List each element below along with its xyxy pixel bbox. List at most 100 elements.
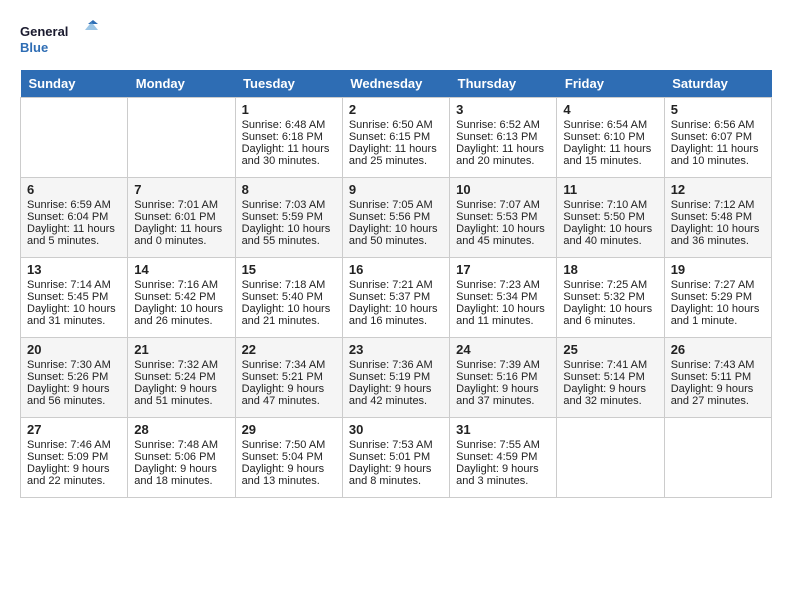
cell-info: Sunrise: 7:25 AMSunset: 5:32 PMDaylight:… [563,279,652,327]
calendar-cell: 12Sunrise: 7:12 AMSunset: 5:48 PMDayligh… [664,178,771,258]
page-header: General Blue [20,20,772,60]
calendar-cell: 13 Sunrise: 7:14 AMSunset: 5:45 PMDayligh… [21,258,128,338]
cell-info: Sunrise: 6:50 AMSunset: 6:15 PMDaylight:… [349,119,437,167]
calendar-cell: 27Sunrise: 7:46 AMSunset: 5:09 PMDayligh… [21,418,128,498]
cell-info: Sunrise: 7:34 AMSunset: 5:21 PMDaylight:… [242,359,326,407]
calendar-table: SundayMondayTuesdayWednesdayThursdayFrid… [20,70,772,498]
calendar-cell: 2 Sunrise: 6:50 AMSunset: 6:15 PMDaylight… [342,98,449,178]
cell-info: Sunrise: 7:07 AMSunset: 5:53 PMDaylight:… [456,199,545,247]
calendar-cell: 3 Sunrise: 6:52 AMSunset: 6:13 PMDaylight… [450,98,557,178]
calendar-cell: 24 Sunrise: 7:39 AMSunset: 5:16 PMDayligh… [450,338,557,418]
calendar-cell: 15 Sunrise: 7:18 AMSunset: 5:40 PMDayligh… [235,258,342,338]
day-number: 1 [242,102,336,117]
day-number: 22 [242,342,336,357]
cell-info: Sunrise: 7:03 AMSunset: 5:59 PMDaylight:… [242,199,331,247]
calendar-cell: 23 Sunrise: 7:36 AMSunset: 5:19 PMDayligh… [342,338,449,418]
day-number: 21 [134,342,228,357]
cell-info: Sunrise: 7:01 AMSunset: 6:01 PMDaylight:… [134,199,222,247]
day-number: 18 [563,262,657,277]
week-row-1: 1Sunrise: 6:48 AMSunset: 6:18 PMDaylight… [21,98,772,178]
day-number: 3 [456,102,550,117]
calendar-cell: 1Sunrise: 6:48 AMSunset: 6:18 PMDaylight… [235,98,342,178]
calendar-cell: 22 Sunrise: 7:34 AMSunset: 5:21 PMDayligh… [235,338,342,418]
day-number: 30 [349,422,443,437]
week-row-4: 20 Sunrise: 7:30 AMSunset: 5:26 PMDayligh… [21,338,772,418]
day-number: 9 [349,182,443,197]
cell-info: Sunrise: 7:53 AMSunset: 5:01 PMDaylight:… [349,439,433,487]
day-number: 20 [27,342,121,357]
cell-info: Sunrise: 6:59 AMSunset: 6:04 PMDaylight:… [27,199,115,247]
cell-info: Sunrise: 7:27 AMSunset: 5:29 PMDaylight:… [671,279,760,327]
week-row-2: 6 Sunrise: 6:59 AMSunset: 6:04 PMDaylight… [21,178,772,258]
cell-info: Sunrise: 6:56 AMSunset: 6:07 PMDaylight:… [671,119,759,167]
day-number: 16 [349,262,443,277]
cell-info: Sunrise: 7:21 AMSunset: 5:37 PMDaylight:… [349,279,438,327]
cell-info: Sunrise: 7:41 AMSunset: 5:14 PMDaylight:… [563,359,647,407]
cell-info: Sunrise: 6:52 AMSunset: 6:13 PMDaylight:… [456,119,544,167]
cell-info: Sunrise: 7:18 AMSunset: 5:40 PMDaylight:… [242,279,331,327]
column-header-wednesday: Wednesday [342,70,449,98]
calendar-cell: 9 Sunrise: 7:05 AMSunset: 5:56 PMDaylight… [342,178,449,258]
week-row-3: 13 Sunrise: 7:14 AMSunset: 5:45 PMDayligh… [21,258,772,338]
day-number: 26 [671,342,765,357]
calendar-cell [664,418,771,498]
day-number: 8 [242,182,336,197]
cell-info: Sunrise: 7:32 AMSunset: 5:24 PMDaylight:… [134,359,218,407]
day-number: 2 [349,102,443,117]
calendar-cell: 20 Sunrise: 7:30 AMSunset: 5:26 PMDayligh… [21,338,128,418]
calendar-cell: 17 Sunrise: 7:23 AMSunset: 5:34 PMDayligh… [450,258,557,338]
svg-text:Blue: Blue [20,40,48,55]
calendar-cell: 19 Sunrise: 7:27 AMSunset: 5:29 PMDayligh… [664,258,771,338]
column-header-sunday: Sunday [21,70,128,98]
calendar-cell: 18 Sunrise: 7:25 AMSunset: 5:32 PMDayligh… [557,258,664,338]
cell-info: Sunrise: 7:55 AMSunset: 4:59 PMDaylight:… [456,439,540,487]
calendar-cell: 25 Sunrise: 7:41 AMSunset: 5:14 PMDayligh… [557,338,664,418]
calendar-cell: 30 Sunrise: 7:53 AMSunset: 5:01 PMDayligh… [342,418,449,498]
day-number: 29 [242,422,336,437]
cell-info: Sunrise: 7:36 AMSunset: 5:19 PMDaylight:… [349,359,433,407]
calendar-cell: 28Sunrise: 7:48 AMSunset: 5:06 PMDayligh… [128,418,235,498]
cell-info: Sunrise: 7:14 AMSunset: 5:45 PMDaylight:… [27,279,116,327]
cell-info: Sunrise: 7:39 AMSunset: 5:16 PMDaylight:… [456,359,540,407]
cell-info: Sunrise: 7:12 AMSunset: 5:48 PMDaylight:… [671,199,760,247]
calendar-cell: 8 Sunrise: 7:03 AMSunset: 5:59 PMDaylight… [235,178,342,258]
calendar-cell: 10 Sunrise: 7:07 AMSunset: 5:53 PMDayligh… [450,178,557,258]
day-number: 24 [456,342,550,357]
column-header-saturday: Saturday [664,70,771,98]
column-header-monday: Monday [128,70,235,98]
day-number: 14 [134,262,228,277]
day-number: 6 [27,182,121,197]
calendar-cell: 4 Sunrise: 6:54 AMSunset: 6:10 PMDaylight… [557,98,664,178]
svg-text:General: General [20,24,68,39]
cell-info: Sunrise: 7:23 AMSunset: 5:34 PMDaylight:… [456,279,545,327]
calendar-cell [21,98,128,178]
day-number: 23 [349,342,443,357]
day-number: 13 [27,262,121,277]
day-number: 31 [456,422,550,437]
day-number: 28 [134,422,228,437]
cell-info: Sunrise: 7:46 AMSunset: 5:09 PMDaylight:… [27,439,111,487]
calendar-cell: 11Sunrise: 7:10 AMSunset: 5:50 PMDayligh… [557,178,664,258]
cell-info: Sunrise: 7:16 AMSunset: 5:42 PMDaylight:… [134,279,223,327]
cell-info: Sunrise: 7:10 AMSunset: 5:50 PMDaylight:… [563,199,652,247]
day-number: 19 [671,262,765,277]
logo-svg: General Blue [20,20,100,60]
column-header-friday: Friday [557,70,664,98]
calendar-cell: 5 Sunrise: 6:56 AMSunset: 6:07 PMDaylight… [664,98,771,178]
calendar-cell: 16 Sunrise: 7:21 AMSunset: 5:37 PMDayligh… [342,258,449,338]
cell-info: Sunrise: 7:05 AMSunset: 5:56 PMDaylight:… [349,199,438,247]
day-number: 10 [456,182,550,197]
calendar-cell: 26Sunrise: 7:43 AMSunset: 5:11 PMDayligh… [664,338,771,418]
day-number: 25 [563,342,657,357]
cell-info: Sunrise: 7:50 AMSunset: 5:04 PMDaylight:… [242,439,326,487]
calendar-cell [557,418,664,498]
day-number: 5 [671,102,765,117]
day-number: 15 [242,262,336,277]
calendar-cell: 7Sunrise: 7:01 AMSunset: 6:01 PMDaylight… [128,178,235,258]
day-number: 4 [563,102,657,117]
calendar-cell [128,98,235,178]
column-header-tuesday: Tuesday [235,70,342,98]
day-number: 17 [456,262,550,277]
cell-info: Sunrise: 7:30 AMSunset: 5:26 PMDaylight:… [27,359,111,407]
cell-info: Sunrise: 6:54 AMSunset: 6:10 PMDaylight:… [563,119,651,167]
